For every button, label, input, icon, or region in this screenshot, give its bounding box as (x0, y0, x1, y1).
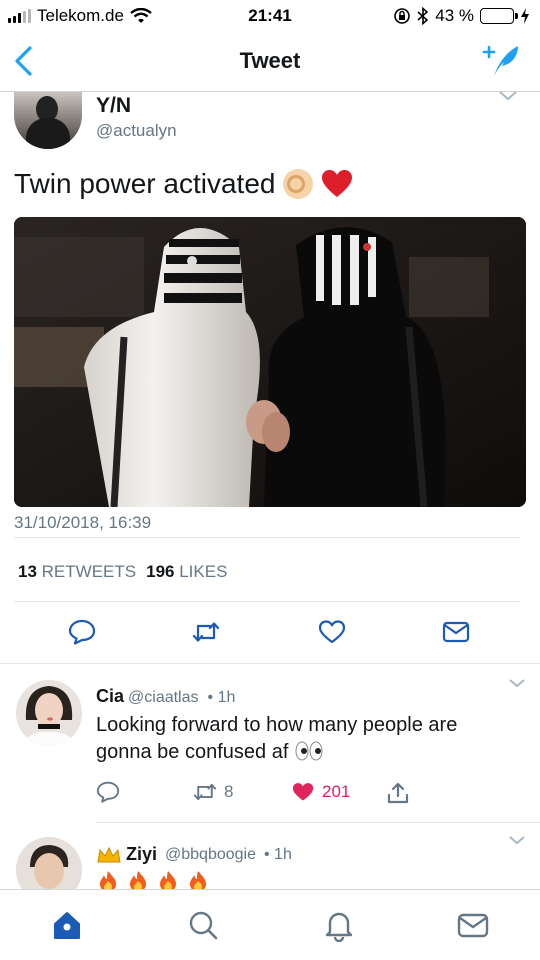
avatar[interactable] (16, 837, 82, 889)
avatar[interactable] (16, 680, 82, 746)
home-icon[interactable] (50, 908, 84, 942)
fire-emoji (130, 871, 146, 889)
tab-bar (0, 889, 540, 960)
avatar-photo (16, 680, 82, 746)
reply-text-content: Looking forward to how many people are g… (96, 714, 458, 763)
fire-emoji (160, 871, 176, 889)
tweet-timestamp: 31/10/2018, 16:39 (14, 513, 152, 532)
share-icon (387, 782, 409, 804)
share-button[interactable] (386, 781, 410, 805)
reply-age: • 1h (207, 689, 236, 706)
reply-handle: @bbqboogie (165, 845, 256, 863)
search-icon[interactable] (186, 908, 220, 942)
avatar[interactable] (14, 92, 82, 149)
crown-emoji (97, 846, 121, 862)
eyes-emoji (295, 741, 323, 761)
direct-message-icon[interactable] (442, 619, 470, 645)
likes-count: 196 (146, 562, 175, 581)
fire-emoji (190, 871, 206, 889)
orientation-lock-icon (394, 8, 411, 24)
reply-handle: @ciaatlas (128, 689, 199, 706)
reply-author[interactable]: Ziyi @bbqboogie • 1h (96, 844, 292, 865)
battery-icon (480, 8, 518, 24)
chevron-down-icon[interactable] (498, 90, 518, 102)
retweet-icon[interactable] (192, 619, 220, 645)
nav-bar: Tweet (0, 32, 540, 92)
like-icon[interactable] (318, 619, 346, 645)
tweet-photo[interactable] (14, 217, 526, 507)
reply-icon (96, 781, 120, 803)
retweet-icon (193, 783, 217, 801)
like-count: 201 (322, 782, 351, 801)
retweets-stat[interactable]: 13 RETWEETS (18, 562, 136, 582)
like-filled-icon (292, 783, 314, 801)
avatar-photo (16, 837, 82, 889)
reply-author[interactable]: Cia @ciaatlas • 1h (96, 686, 235, 707)
chevron-down-icon[interactable] (508, 835, 526, 845)
reply-button[interactable] (96, 781, 120, 803)
likes-stat[interactable]: 196 LIKES (146, 562, 227, 582)
like-button[interactable]: 201 (290, 781, 350, 803)
notifications-icon[interactable] (322, 908, 356, 942)
chevron-down-icon[interactable] (508, 678, 526, 688)
reply-text (96, 869, 516, 889)
reply-icon[interactable] (68, 619, 96, 645)
bluetooth-icon (417, 7, 429, 25)
reply-text: Looking forward to how many people are g… (96, 712, 516, 766)
retweet-count: 8 (224, 782, 234, 801)
user-handle[interactable]: @actualyn (96, 121, 177, 141)
battery-percent: 43 % (435, 6, 474, 25)
page-title: Tweet (239, 48, 301, 73)
reply-tweet[interactable]: Cia @ciaatlas • 1h Looking forward to how… (0, 664, 540, 822)
reply-age: • 1h (264, 845, 292, 863)
likes-label: LIKES (179, 562, 228, 581)
retweets-count: 13 (18, 562, 37, 581)
fire-emoji (100, 871, 116, 889)
retweet-button[interactable]: 8 (192, 781, 233, 803)
status-bar: Telekom.de 21:41 43 % (0, 0, 540, 32)
display-name[interactable]: Y/N (96, 94, 131, 118)
reply-tweet[interactable]: Ziyi @bbqboogie • 1h (0, 823, 540, 889)
reply-display-name: Ziyi (126, 844, 158, 864)
retweets-label: RETWEETS (41, 562, 137, 581)
messages-icon[interactable] (456, 908, 490, 942)
compose-tweet-icon[interactable] (482, 42, 522, 80)
divider (14, 601, 520, 602)
tweet-text: Twin power activated (14, 168, 353, 200)
status-right: 43 % (393, 6, 530, 26)
tweet-text-content: Twin power activated (14, 168, 276, 199)
red-heart-emoji (322, 170, 353, 197)
divider (14, 537, 520, 538)
reply-display-name: Cia (96, 686, 125, 706)
tweet-actions (0, 619, 540, 645)
charging-icon (521, 8, 529, 24)
reply-actions: 8 201 (0, 781, 540, 807)
ok-hand-emoji (283, 169, 314, 199)
photo-twins-costume (14, 217, 526, 507)
tweet-stats: 13 RETWEETS 196 LIKES (18, 562, 227, 582)
